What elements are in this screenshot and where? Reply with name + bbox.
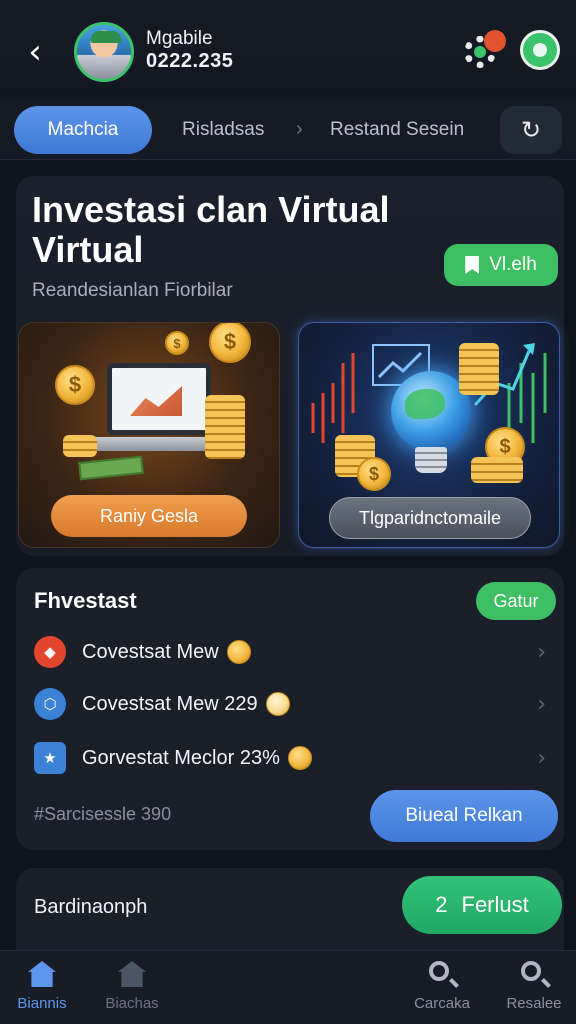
laptop-icon	[107, 363, 211, 435]
user-name: Mgabile	[146, 28, 213, 49]
chevron-right-icon: ›	[537, 746, 546, 771]
chevron-right-icon: ›	[537, 640, 546, 665]
coin-icon	[287, 746, 312, 770]
user-id: 0222.235	[146, 50, 234, 72]
coin-stack-icon	[205, 395, 245, 459]
home-icon	[27, 959, 57, 989]
top-bar: ‹ Mgabile 0222.235	[0, 0, 576, 100]
nav-item-biannis[interactable]: Biannis	[2, 959, 82, 1021]
diamond-icon: ◆	[34, 636, 66, 668]
nav-item-carcaka[interactable]: Carcaka	[402, 959, 482, 1021]
ferlust-button[interactable]: 2 Ferlust	[402, 876, 562, 934]
chevron-right-icon: ›	[296, 118, 303, 140]
dollar-coin-icon: $	[209, 323, 251, 363]
lightbulb-base-icon	[415, 447, 447, 473]
page-subtitle: Reandesianlan Fiorbilar	[32, 280, 233, 301]
refresh-button[interactable]: ↻	[500, 106, 562, 154]
nav-label: Biannis	[17, 995, 67, 1012]
profile-button[interactable]	[520, 30, 560, 70]
summary-title: Bardinaonph	[34, 896, 148, 918]
dollar-coin-icon: $	[165, 331, 189, 355]
back-button[interactable]: ‹	[18, 32, 52, 72]
nav-label: Carcaka	[414, 995, 470, 1012]
promo-card-right[interactable]: $ $ Tlgparidnctomaile	[298, 322, 560, 548]
list-item-label: Covestsat Mew 229	[82, 692, 258, 715]
dollar-coin-icon: $	[357, 457, 391, 491]
avatar[interactable]	[74, 22, 134, 82]
bottom-nav: Biannis Biachas Carcaka Resalee	[0, 950, 576, 1024]
tab-machcia[interactable]: Machcia	[14, 106, 152, 154]
view-button[interactable]: Vl.elh	[444, 244, 558, 286]
summary-card: Bardinaonph 2 Ferlust	[16, 868, 564, 958]
star-icon: ★	[34, 742, 66, 774]
investments-title: Fhvestast	[34, 588, 137, 613]
list-item-label: Covestsat Mew	[82, 640, 219, 663]
refresh-icon: ↻	[520, 116, 542, 144]
bookmark-icon	[465, 256, 480, 274]
coin-icon	[226, 640, 251, 664]
hero-card: Investasi clan Virtual Virtual Reandesia…	[16, 176, 564, 556]
tab-risladsas[interactable]: Risladsas	[182, 106, 264, 154]
gatur-button[interactable]: Gatur	[476, 582, 556, 620]
list-item-label: Gorvestat Meclor 23%	[82, 746, 280, 769]
promo-card-left[interactable]: $ $ $ Raniy Gesla	[18, 322, 280, 548]
shield-icon: ⬡	[34, 688, 66, 720]
coin-stack-icon	[471, 457, 523, 483]
promo-left-button[interactable]: Raniy Gesla	[51, 495, 247, 537]
action-button[interactable]: Biueal Relkan	[370, 790, 558, 842]
investments-card: Fhvestast Gatur ◆ Covestsat Mew › ⬡ Cove…	[16, 568, 564, 850]
list-item[interactable]: ★ Gorvestat Meclor 23% ›	[34, 738, 550, 778]
promo-right-button[interactable]: Tlgparidnctomaile	[329, 497, 531, 539]
nav-item-biachas[interactable]: Biachas	[92, 959, 172, 1021]
nav-label: Biachas	[105, 995, 159, 1012]
notification-badge	[484, 30, 506, 52]
investments-footer: #Sarcisessle 390	[34, 804, 172, 824]
nav-item-resalee[interactable]: Resalee	[494, 959, 574, 1021]
dollar-coin-icon: $	[55, 365, 95, 405]
cash-icon	[78, 455, 144, 481]
home-icon	[117, 959, 147, 989]
list-item[interactable]: ⬡ Covestsat Mew 229 ›	[34, 684, 550, 724]
coin-stack-icon	[459, 343, 499, 395]
chevron-right-icon: ›	[537, 692, 546, 717]
ferlust-label: Ferlust	[461, 892, 529, 917]
coin-icon	[265, 692, 290, 716]
tab-restand-sesein[interactable]: Restand Sesein	[330, 106, 464, 154]
gear-center-icon	[474, 46, 486, 58]
nav-label: Resalee	[506, 995, 562, 1012]
page-title: Investasi clan Virtual Virtual	[32, 189, 390, 270]
list-item[interactable]: ◆ Covestsat Mew ›	[34, 632, 550, 672]
view-button-label: Vl.elh	[489, 254, 537, 275]
tab-bar: Machcia Risladsas › Restand Sesein ↻	[0, 100, 576, 160]
search-icon	[427, 959, 457, 989]
user-circle-icon	[533, 43, 547, 57]
settings-button[interactable]	[460, 30, 506, 70]
ferlust-count: 2	[435, 892, 448, 917]
coin-stack-icon	[63, 435, 97, 457]
search-icon	[519, 959, 549, 989]
